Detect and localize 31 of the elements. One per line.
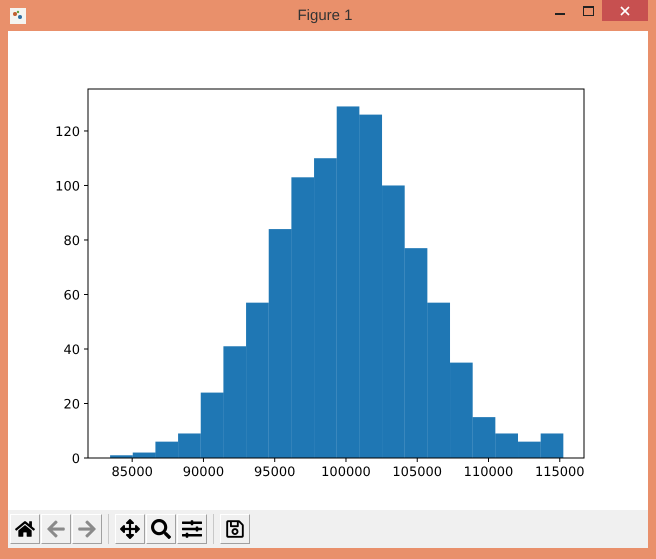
minimize-icon — [555, 12, 565, 14]
tick-label: 100000 — [321, 465, 371, 480]
arrow-right-icon — [77, 519, 97, 539]
tick-label: 95000 — [254, 465, 296, 480]
tick-label: 60 — [63, 288, 80, 304]
home-icon — [15, 519, 35, 539]
configure-button[interactable] — [177, 514, 207, 544]
tick-label: 100 — [55, 179, 80, 194]
arrow-left-icon — [46, 519, 66, 539]
home-button[interactable] — [10, 514, 40, 544]
zoom-button[interactable] — [146, 514, 176, 544]
tick-label: 90000 — [182, 465, 224, 480]
maximize-icon — [582, 6, 594, 16]
tick-label: 80 — [63, 234, 80, 249]
tick-label: 20 — [63, 398, 80, 412]
close-icon — [620, 6, 630, 16]
save-button[interactable] — [220, 514, 250, 544]
tick-label: 115000 — [534, 465, 585, 480]
sliders-icon — [182, 519, 202, 539]
tick-label: 0 — [72, 452, 80, 467]
tick-label: 120 — [55, 124, 80, 140]
search-icon — [151, 519, 171, 539]
pan-button[interactable] — [115, 514, 145, 544]
app-icon — [10, 8, 26, 24]
tick-label: 105000 — [392, 465, 442, 480]
close-button[interactable] — [602, 0, 648, 21]
tick-label: 40 — [63, 343, 80, 358]
move-icon — [120, 519, 140, 539]
tick-label: 110000 — [464, 465, 514, 480]
window-title: Figure 1 — [296, 7, 354, 24]
tick-label: 85000 — [112, 465, 153, 480]
